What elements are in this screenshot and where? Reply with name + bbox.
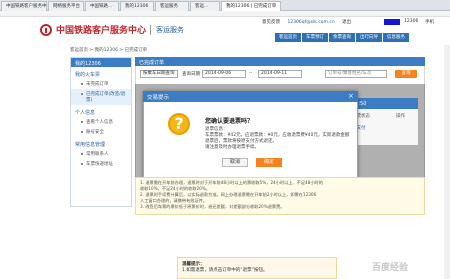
- main-title: 已完成订单: [135, 57, 425, 66]
- notice-line: 3. 改签后车票的票价低于原票价时，退还差额，对差额部分收取20%退票费。: [140, 204, 285, 209]
- sidebar-item-security[interactable]: 账号安全: [71, 127, 131, 137]
- browser-tab[interactable]: 客运服务: [155, 1, 189, 11]
- dialog-line: 请注意及时办理退票手续。: [205, 145, 259, 150]
- warning-icon: ?: [168, 113, 190, 135]
- dialog-title: 交易提示: [143, 91, 358, 102]
- confirm-button[interactable]: 确定: [256, 158, 282, 167]
- browser-tab[interactable]: 客运...: [190, 1, 220, 11]
- site-brand: 中国铁路客户服务中心: [56, 26, 147, 36]
- railway-logo-icon: [40, 24, 52, 36]
- cancel-button[interactable]: 取消: [222, 158, 248, 167]
- main-nav: 客运首页 车票预订 余票查询 出行向导 信息服务: [275, 33, 409, 42]
- logout-link[interactable]: 退出: [342, 20, 351, 25]
- watermark-logo: 百度经验: [372, 263, 409, 273]
- date-separator: --: [249, 71, 253, 76]
- browser-tab-bar: 中国铁路客户服务中心 网络服务平台 中国铁路... 我的12306 客运服务 客…: [0, 0, 450, 11]
- sidebar-title: 我的12306: [71, 58, 131, 67]
- refund-notice: 1. 退票需在开车前办理，退票时对于开车前48小时以上的票收取5%，24小时以上…: [135, 177, 425, 215]
- home-12306-link[interactable]: 12306: [404, 19, 418, 24]
- search-row: 按乘车日期查询 查询日期 2014-09-06 -- 2014-09-11 订单…: [140, 70, 420, 80]
- sidebar-item-address[interactable]: 车票快递地址: [71, 159, 131, 169]
- nav-info[interactable]: 信息服务: [383, 33, 409, 42]
- dialog-question: 您确认要退票吗？: [205, 118, 254, 125]
- sidebar-item-profile[interactable]: 查看个人信息: [71, 117, 131, 127]
- mobile-link[interactable]: 手机: [425, 19, 434, 25]
- query-date-label: 查询日期: [182, 72, 200, 77]
- search-button[interactable]: 查询: [395, 70, 417, 78]
- sidebar-item-finished[interactable]: 已完成订单(改签/退票): [71, 89, 131, 105]
- breadcrumb: 客运首页 > 我的12306 > 已完成订单: [70, 48, 148, 53]
- browser-tab[interactable]: 中国铁路客户服务中心: [1, 1, 47, 11]
- tip-box: 温馨提示： 1.如需退票，请点击订单中的“退票”按钮。: [177, 257, 337, 279]
- order-row: 车票状态 操作 已支付: [348, 109, 418, 145]
- date-type-select[interactable]: 按乘车日期查询: [140, 70, 178, 78]
- tip-line: 1.如需退票，请点击订单中的“退票”按钮。: [182, 268, 268, 273]
- user-email: 12306qf@sik.com.cn: [287, 20, 335, 25]
- sidebar-item-contacts[interactable]: 常用联系人: [71, 149, 131, 159]
- order-header: 07:50: [348, 98, 418, 109]
- sidebar-item-unfinished[interactable]: 未完成订单: [71, 79, 131, 89]
- browser-tab[interactable]: 网络服务平台: [48, 1, 84, 11]
- start-date-input[interactable]: 2014-09-06: [202, 70, 246, 78]
- end-date-input[interactable]: 2014-09-11: [258, 70, 302, 78]
- nav-guide[interactable]: 出行向导: [356, 33, 382, 42]
- nav-booking[interactable]: 车票预订: [302, 33, 328, 42]
- browser-tab[interactable]: 中国铁路...: [85, 1, 119, 11]
- vertical-scrollbar[interactable]: [444, 45, 450, 279]
- nav-home[interactable]: 客运首页: [275, 33, 301, 42]
- sidebar-section-tickets: 我的火车票: [75, 72, 101, 78]
- action-header: 操作: [396, 114, 405, 119]
- keyword-input[interactable]: 订单号/乘客姓名/车次: [325, 70, 387, 78]
- feedback-link[interactable]: 意见反馈: [262, 20, 280, 25]
- redacted-username: [384, 19, 400, 25]
- sidebar-section-common: 常用信息管理: [75, 142, 106, 148]
- top-links: 意见反馈 12306qf@sik.com.cn 退出: [262, 19, 357, 25]
- nav-remaining[interactable]: 余票查询: [329, 33, 355, 42]
- sidebar: 我的12306 我的火车票 未完成订单 已完成订单(改签/退票) 个人信息 查看…: [70, 57, 132, 207]
- browser-tab[interactable]: 我的12306: [120, 1, 154, 11]
- browser-tab-active[interactable]: 我的12306 | 已完成订单: [221, 1, 281, 11]
- site-subtitle: 客运服务: [150, 25, 184, 35]
- close-icon[interactable]: ×: [348, 93, 354, 100]
- sidebar-section-personal: 个人信息: [75, 110, 96, 116]
